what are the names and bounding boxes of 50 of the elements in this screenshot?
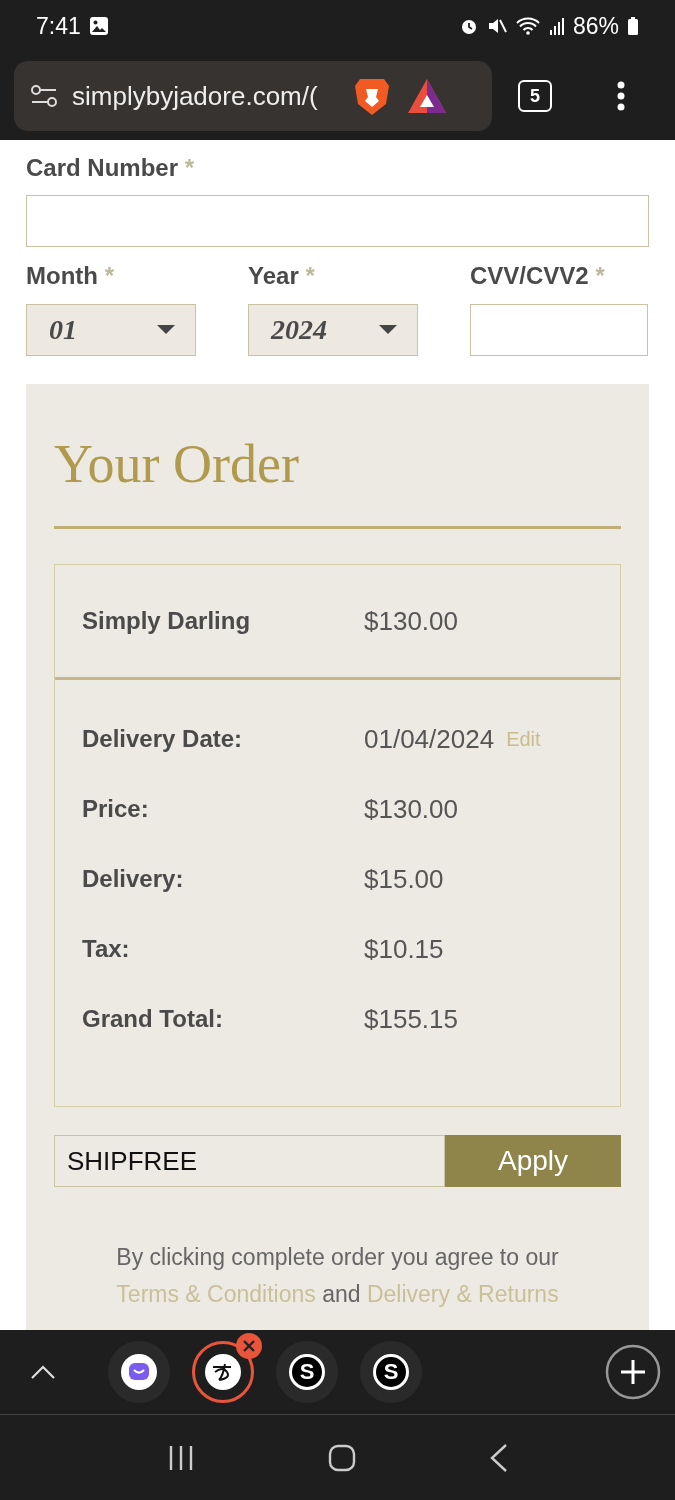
detail-label: Grand Total:	[82, 1005, 224, 1033]
app-bubble[interactable]: S	[360, 1341, 422, 1403]
battery-level: 86%	[572, 12, 619, 40]
apply-button[interactable]: Apply	[445, 1135, 621, 1187]
home-icon[interactable]	[327, 1443, 356, 1472]
caret-icon	[379, 325, 397, 335]
tab-count-button[interactable]: 5	[518, 80, 552, 112]
detail-value: $155.15	[364, 1003, 458, 1035]
card-number-field[interactable]	[26, 195, 649, 247]
detail-value: 01/04/2024	[364, 723, 495, 755]
url-text[interactable]: simplybyjadore.com/(	[72, 80, 338, 112]
coupon-field[interactable]: SHIPFREE	[54, 1135, 445, 1187]
battery-icon	[627, 16, 639, 36]
app-letter: S	[373, 1354, 409, 1390]
more-options-icon[interactable]	[616, 81, 626, 111]
cvv-field[interactable]	[470, 304, 648, 356]
product-price: $130.00	[364, 605, 458, 637]
add-icon[interactable]	[605, 1344, 661, 1400]
field-label: Card Number *	[26, 153, 196, 183]
detail-value: $15.00	[364, 863, 444, 895]
detail-label: Tax:	[82, 935, 131, 963]
mute-icon	[486, 16, 507, 36]
signature-icon	[205, 1354, 241, 1390]
triangle-icon[interactable]	[406, 77, 448, 115]
agreement-text: By clicking complete order you agree to our Terms & Conditions and Delivery & Returns	[115, 1243, 560, 1309]
month-dropdown[interactable]: 01	[26, 304, 196, 356]
year-dropdown[interactable]: 2024	[248, 304, 418, 356]
caret-icon	[157, 325, 175, 335]
order-title: Your Order	[54, 433, 300, 496]
detail-label: Delivery Date:	[82, 725, 244, 753]
close-icon[interactable]	[236, 1333, 262, 1359]
chat-icon	[121, 1354, 157, 1390]
field-label: Month *	[26, 261, 115, 291]
signal-icon	[548, 16, 565, 36]
chevron-up-icon[interactable]	[30, 1364, 56, 1380]
back-icon[interactable]	[488, 1442, 509, 1473]
field-label: CVV/CVV2 *	[470, 261, 606, 291]
app-letter: S	[289, 1354, 325, 1390]
site-settings-icon[interactable]	[30, 83, 58, 109]
detail-value: $10.15	[364, 933, 444, 965]
detail-label: Price:	[82, 795, 150, 823]
clock-time: 7:41	[36, 12, 81, 40]
field-label: Year *	[248, 261, 316, 291]
product-name: Simply Darling	[82, 607, 252, 635]
image-icon	[88, 16, 109, 36]
detail-label: Delivery:	[82, 865, 185, 893]
wifi-icon	[514, 16, 541, 36]
address-bar[interactable]: simplybyjadore.com/(	[14, 61, 492, 131]
detail-value: $130.00	[364, 793, 458, 825]
app-bubble[interactable]: S	[276, 1341, 338, 1403]
